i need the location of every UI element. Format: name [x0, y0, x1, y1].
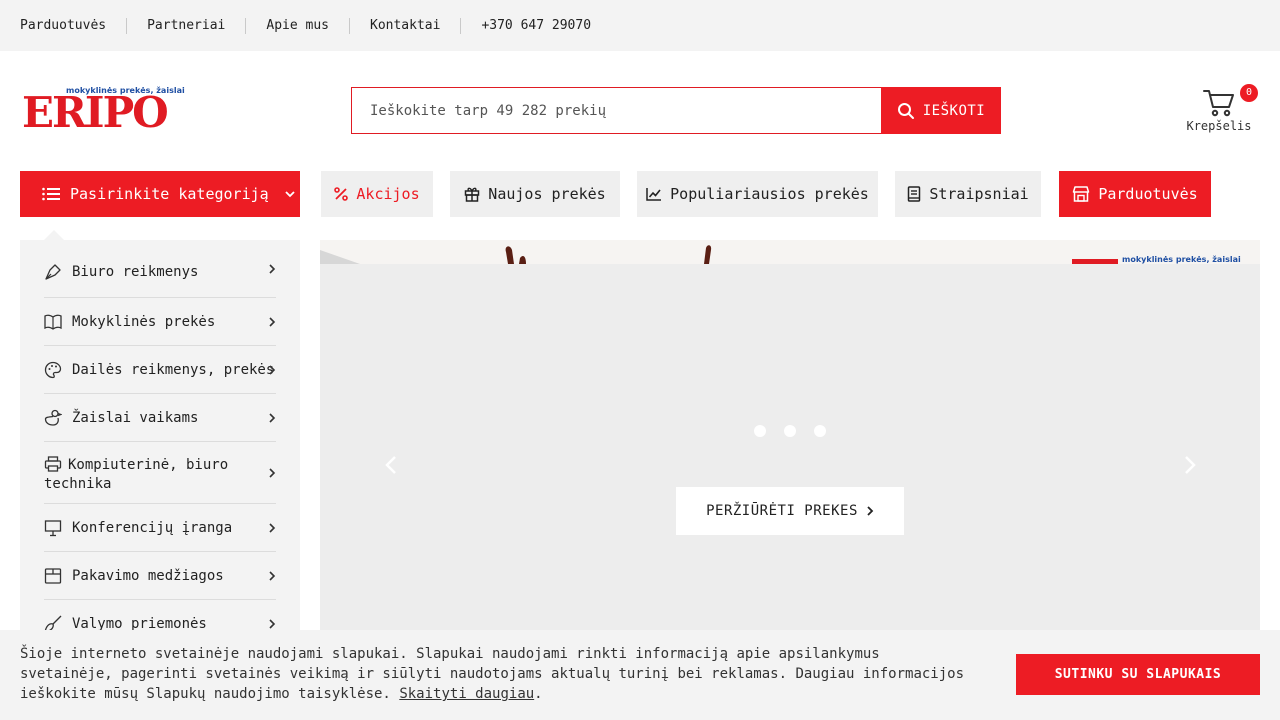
- menu-caret: [44, 230, 64, 240]
- accept-cookies-button[interactable]: SUTINKU SU SLAPUKAIS: [1016, 654, 1260, 695]
- cart-count-badge: 0: [1240, 84, 1258, 102]
- category-label: Valymo priemonės: [72, 615, 207, 631]
- category-label: Konferencijų įranga: [72, 519, 233, 536]
- chevron-down-icon: [285, 191, 295, 198]
- category-label: Pakavimo medžiagos: [72, 567, 224, 584]
- trend-chart-icon: [646, 188, 662, 201]
- slider-next-arrow-icon[interactable]: [1182, 455, 1198, 475]
- topbar-link-stores[interactable]: Parduotuvės: [20, 18, 106, 33]
- category-menu-button[interactable]: Pasirinkite kategoriją: [20, 171, 300, 217]
- category-item-conference-equipment[interactable]: Konferencijų įranga: [44, 504, 276, 552]
- banner-artwork: [320, 245, 1118, 264]
- percent-icon: [334, 187, 349, 201]
- duck-toy-icon: [44, 409, 66, 427]
- broom-icon: [44, 615, 66, 630]
- hero-slider: [320, 264, 1260, 630]
- storefront-icon: [1073, 186, 1090, 202]
- nav-articles[interactable]: Straipsniai: [895, 171, 1041, 217]
- presentation-board-icon: [44, 519, 66, 537]
- chevron-right-icon: [269, 412, 276, 423]
- printer-icon: [44, 456, 62, 476]
- slider-dot-active[interactable]: [784, 425, 796, 437]
- category-item-toys[interactable]: Žaislai vaikams: [44, 394, 276, 442]
- category-label: Dailės reikmenys, prekės: [72, 361, 275, 378]
- category-menu-label: Pasirinkite kategoriją: [70, 185, 269, 203]
- nav-new-products[interactable]: Naujos prekės: [450, 171, 620, 217]
- nav-sales-label: Akcijos: [356, 185, 420, 203]
- chevron-right-icon: [269, 618, 276, 629]
- nav-popular-label: Populiariausios prekės: [670, 185, 869, 203]
- view-products-button[interactable]: PERŽIŪRĖTI PREKES: [676, 487, 904, 535]
- topbar-link-contacts[interactable]: Kontaktai: [370, 18, 440, 33]
- cookie-read-more-link[interactable]: Skaityti daugiau: [399, 686, 534, 702]
- chevron-right-icon: [269, 522, 276, 533]
- gift-icon: [465, 187, 480, 202]
- nav-stores[interactable]: Parduotuvės: [1059, 171, 1211, 217]
- divider: [245, 17, 247, 34]
- category-item-office-supplies[interactable]: Biuro reikmenys: [44, 240, 276, 298]
- box-icon: [44, 567, 66, 585]
- palette-icon: [44, 361, 66, 379]
- category-item-packaging[interactable]: Pakavimo medžiagos: [44, 552, 276, 600]
- nav-stores-label: Parduotuvės: [1098, 185, 1198, 203]
- search-form: IEŠKOTI: [351, 87, 1001, 134]
- pen-nib-icon: [44, 263, 66, 281]
- nav-new-label: Naujos prekės: [488, 185, 606, 203]
- book-icon: [908, 186, 921, 202]
- cookie-link-suffix: .: [534, 686, 543, 702]
- divider: [349, 17, 350, 34]
- search-input[interactable]: [351, 87, 881, 134]
- cookie-consent-bar: Šioje interneto svetainėje naudojami sla…: [0, 630, 1280, 720]
- chevron-right-icon: [269, 570, 276, 581]
- topbar-link-partners[interactable]: Partneriai: [147, 18, 225, 33]
- slider-dot[interactable]: [814, 425, 826, 437]
- divider: [126, 17, 128, 34]
- cart-button[interactable]: 0 Krepšelis: [1186, 84, 1258, 136]
- search-button-label: IEŠKOTI: [922, 102, 986, 119]
- category-item-school-supplies[interactable]: Mokyklinės prekės: [44, 298, 276, 346]
- shopping-cart-icon: [1203, 90, 1234, 117]
- slider-dot[interactable]: [754, 425, 766, 437]
- banner-image-strip: mokyklinės prekės, žaislai: [320, 240, 1260, 264]
- nav-sales[interactable]: Akcijos: [321, 171, 433, 217]
- category-item-art-supplies[interactable]: Dailės reikmenys, prekės: [44, 346, 276, 394]
- search-button[interactable]: IEŠKOTI: [881, 87, 1001, 134]
- nav-popular-products[interactable]: Populiariausios prekės: [637, 171, 878, 217]
- cart-label: Krepšelis: [1186, 119, 1252, 133]
- logo-wordmark: ERIPO: [22, 88, 169, 137]
- nav-articles-label: Straipsniai: [929, 185, 1029, 203]
- chevron-right-icon: [269, 263, 276, 274]
- category-item-computer-equipment[interactable]: Kompiuterinė, biuro technika: [44, 442, 276, 504]
- category-label: Žaislai vaikams: [72, 409, 199, 426]
- category-label: Kompiuterinė, biuro technika: [44, 457, 229, 492]
- list-icon: [42, 187, 60, 201]
- chevron-right-icon: [269, 467, 276, 478]
- open-book-icon: [44, 313, 66, 331]
- chevron-right-icon: [269, 364, 276, 375]
- top-bar: Parduotuvės Partneriai Apie mus Kontakta…: [0, 0, 1280, 51]
- site-logo[interactable]: mokyklinės prekės, žaislai ERIPO: [20, 84, 185, 137]
- category-label: Biuro reikmenys: [72, 263, 199, 280]
- banner-tagline: mokyklinės prekės, žaislai: [1122, 255, 1241, 264]
- slider-prev-arrow-icon[interactable]: [383, 455, 399, 475]
- topbar-link-about[interactable]: Apie mus: [266, 18, 329, 33]
- category-sidebar: Biuro reikmenys Mokyklinės prekės Dailės…: [20, 240, 300, 630]
- cookie-text-block: Šioje interneto svetainėje naudojami sla…: [20, 644, 980, 704]
- topbar-phone-link[interactable]: +370 647 29070: [481, 18, 591, 33]
- category-label: Mokyklinės prekės: [72, 313, 216, 330]
- category-item-cleaning[interactable]: Valymo priemonės: [44, 600, 276, 630]
- view-products-label: PERŽIŪRĖTI PREKES: [706, 503, 858, 519]
- divider: [460, 17, 462, 34]
- search-icon: [897, 102, 914, 119]
- chevron-right-icon: [269, 316, 276, 327]
- chevron-right-icon: [867, 506, 874, 516]
